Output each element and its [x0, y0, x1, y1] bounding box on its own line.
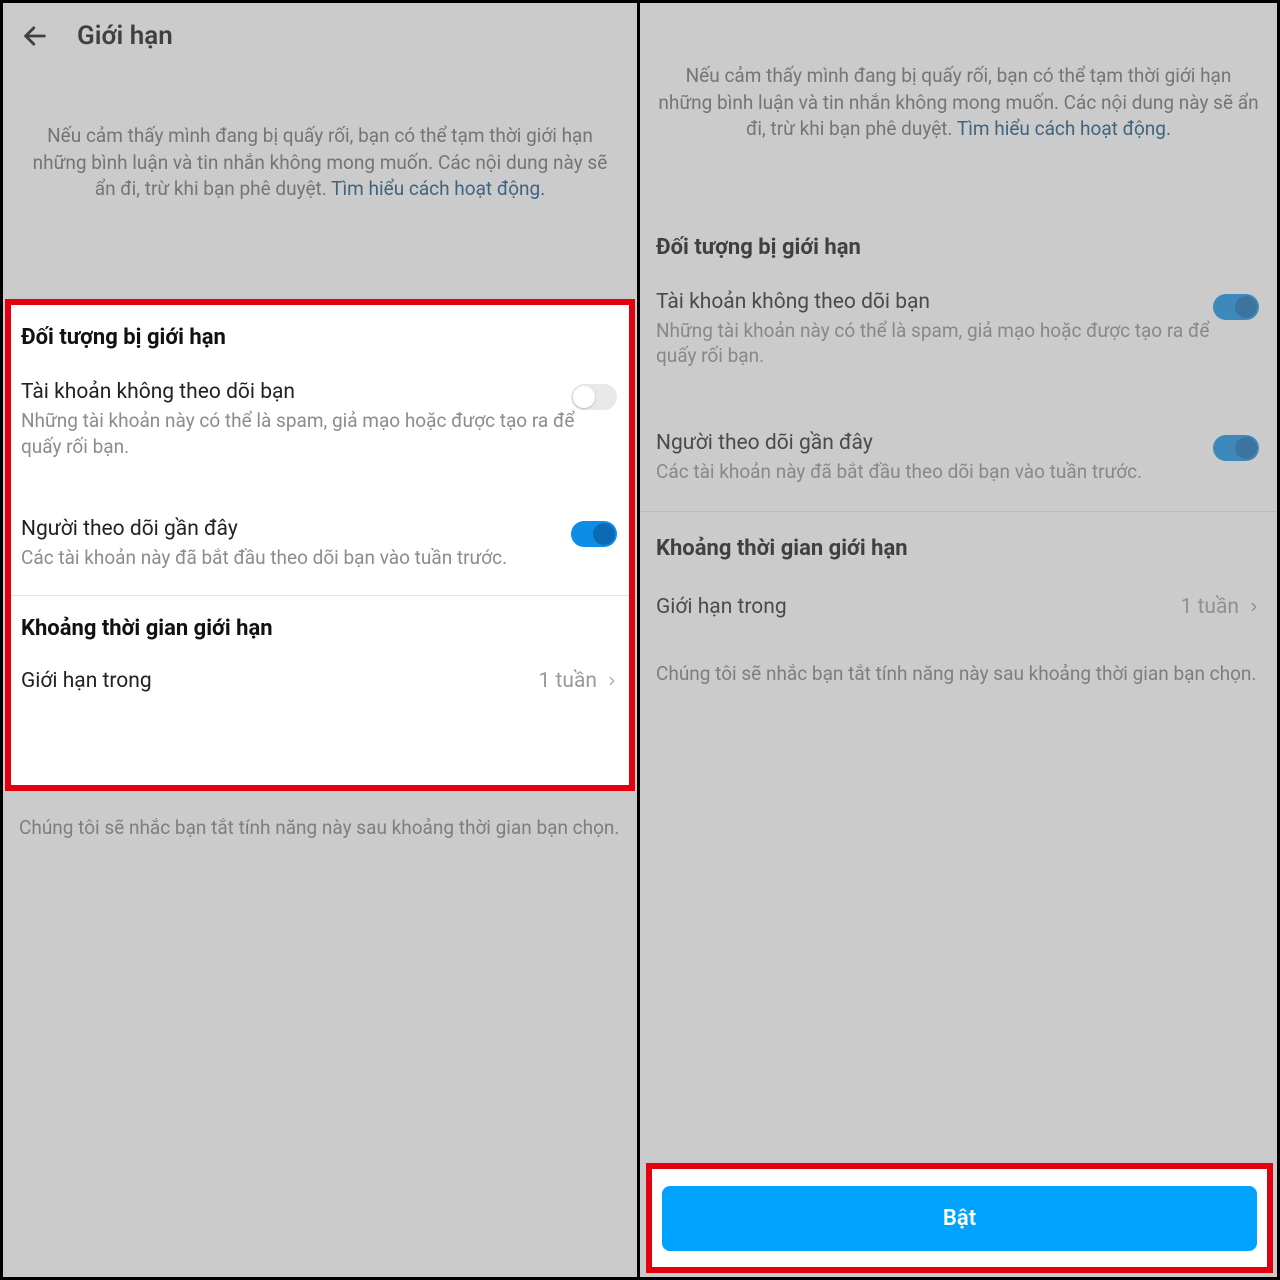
page-header: Giới hạn [3, 3, 637, 63]
divider-right [640, 511, 1277, 512]
option-recent-title-right: Người theo dõi gần đây [656, 431, 1261, 455]
reminder-note-right: Chúng tôi sẽ nhắc bạn tắt tính năng này … [640, 643, 1277, 706]
option-not-following-right: Tài khoản không theo dõi bạn Những tài k… [640, 276, 1277, 387]
option-recent-sub-right: Các tài khoản này đã bắt đầu theo dõi bạ… [656, 459, 1261, 485]
option-not-following: Tài khoản không theo dõi bạn Những tài k… [5, 366, 635, 477]
learn-more-link-right[interactable]: Tìm hiểu cách hoạt động. [957, 117, 1171, 140]
toggle-not-following-right[interactable] [1213, 294, 1259, 320]
option-recent-followers: Người theo dõi gần đây Các tài khoản này… [5, 503, 635, 589]
highlight-cutout: Đối tượng bị giới hạn Tài khoản không th… [5, 303, 635, 787]
duration-value-right: 1 tuần [1181, 595, 1239, 619]
duration-label-right: Giới hạn trong [656, 595, 787, 619]
page-title: Giới hạn [77, 21, 173, 51]
intro-text-right: Nếu cảm thấy mình đang bị quấy rối, bạn … [640, 3, 1277, 213]
left-screenshot: Giới hạn Nếu cảm thấy mình đang bị quấy … [3, 3, 640, 1277]
option-not-following-title-right: Tài khoản không theo dõi bạn [656, 290, 1261, 314]
enable-button[interactable]: Bật [662, 1186, 1257, 1251]
section-duration-heading: Khoảng thời gian giới hạn [5, 602, 635, 651]
section-limited-heading: Đối tượng bị giới hạn [5, 303, 635, 366]
duration-value: 1 tuần [539, 669, 597, 693]
section-limited-heading-right: Đối tượng bị giới hạn [640, 213, 1277, 276]
intro-text: Nếu cảm thấy mình đang bị quấy rối, bạn … [3, 63, 637, 263]
chevron-right-icon [605, 670, 619, 692]
highlight-cutout-right: Bật [648, 1167, 1271, 1269]
duration-row-right[interactable]: Giới hạn trong 1 tuần [640, 577, 1277, 643]
divider [5, 595, 635, 596]
reminder-note: Chúng tôi sẽ nhắc bạn tắt tính năng này … [3, 797, 637, 860]
learn-more-link[interactable]: Tìm hiểu cách hoạt động. [331, 177, 545, 200]
option-not-following-title: Tài khoản không theo dõi bạn [21, 380, 619, 404]
toggle-recent-followers[interactable] [571, 521, 617, 547]
toggle-recent-followers-right[interactable] [1213, 435, 1259, 461]
duration-row[interactable]: Giới hạn trong 1 tuần [5, 651, 635, 717]
option-recent-followers-right: Người theo dõi gần đây Các tài khoản này… [640, 417, 1277, 503]
chevron-right-icon-right [1247, 596, 1261, 618]
right-screenshot: Nếu cảm thấy mình đang bị quấy rối, bạn … [640, 3, 1277, 1277]
option-recent-sub: Các tài khoản này đã bắt đầu theo dõi bạ… [21, 545, 619, 571]
duration-label: Giới hạn trong [21, 669, 152, 693]
section-duration-heading-right: Khoảng thời gian giới hạn [640, 518, 1277, 577]
back-arrow-icon[interactable] [21, 22, 49, 50]
option-not-following-sub: Những tài khoản này có thể là spam, giả … [21, 408, 619, 459]
toggle-not-following[interactable] [571, 384, 617, 410]
option-recent-title: Người theo dõi gần đây [21, 517, 619, 541]
option-not-following-sub-right: Những tài khoản này có thể là spam, giả … [656, 318, 1261, 369]
